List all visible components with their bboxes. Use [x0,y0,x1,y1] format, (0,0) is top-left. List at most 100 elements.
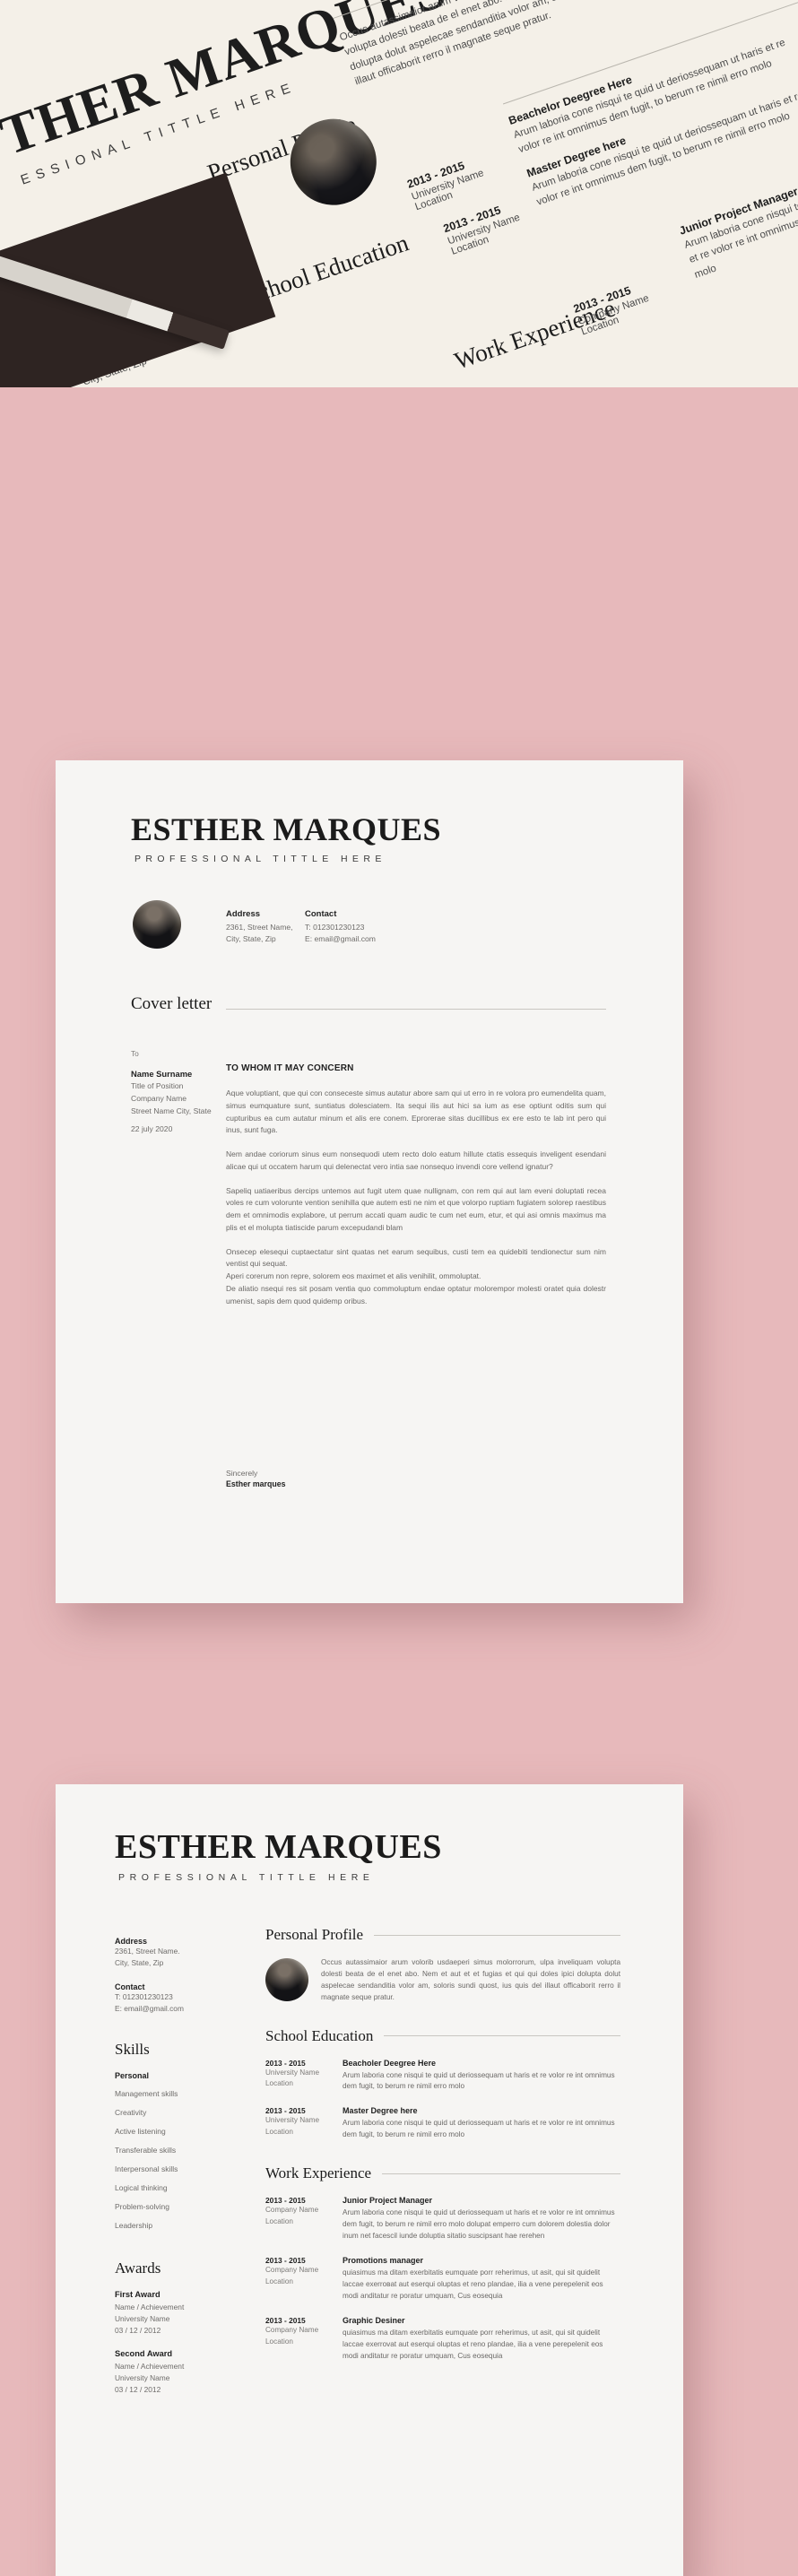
awards-heading: Awards [115,2259,161,2277]
cover-letter-heading: Cover letter [131,994,213,1013]
work-company: Company Name [265,2266,319,2275]
personal-profile-heading: Personal Profile [265,1926,364,1943]
personal-profile-header: Personal Profile [265,1926,620,1944]
award-title: Second Award [115,2348,173,2358]
resume-main: Personal Profile Occus autassimaior arum… [265,1926,620,2363]
skills-category: Personal [115,2070,150,2080]
work-entry: 2013 - 2015 Company Name Location Promot… [265,2256,620,2303]
work-dates-block: 2013 - 2015 Company Name Location [265,2316,330,2363]
to-label: To [131,1049,139,1058]
work-title: Junior Project Manager [343,2196,433,2206]
work-description: Arum laboria cone nisqui te quid ut deri… [343,2208,615,2241]
award-item: First Award Name / Achievement Universit… [115,2290,231,2337]
education-org: University Name [265,2116,320,2125]
skill-item: Management skills [115,2088,178,2098]
phone-value: T: 012301230123 [115,1991,173,2001]
address-line-1: 2361, Street Name. [115,1947,180,1956]
sign-name: Esther marques [226,1479,286,1488]
work-dates-block: 2013 - 2015 Company Name Location [265,2256,330,2303]
letter-paragraph: Nem andae coriorum sinus eum nonsequodi … [226,1149,606,1171]
personal-profile-text: Occus autassimaior arum volorib usdaeper… [321,1958,620,2002]
letter-paragraph: Onsecep elesequi cuptaectatur sint quata… [226,1246,606,1269]
skill-item: Transferable skills [115,2145,177,2155]
work-location: Location [265,2277,293,2285]
contact-label: Contact [305,909,337,919]
letter-salutation: TO WHOM IT MAY CONCERN [226,1063,354,1073]
skills-heading: Skills [115,2040,150,2058]
education-entry: 2013 - 2015 University Name Location Mas… [265,2106,620,2141]
cover-letter-page: ESTHER MARQUES PROFESSIONAL TITTLE HERE … [56,760,683,1603]
recipient-company: Company Name [131,1093,187,1103]
letter-body: TO WHOM IT MAY CONCERN Aque voluptiant, … [226,1063,606,1319]
education-location: Location [265,2079,293,2088]
education-description: Arum laboria cone nisqui te quid ut deri… [343,2070,615,2091]
award-achievement: Name / Achievement [115,2302,185,2311]
contact-label: Contact [115,1982,145,1991]
cover-letter-heading-rule [226,1009,606,1010]
work-dates: 2013 - 2015 [265,2196,306,2206]
section-rule [382,2173,620,2174]
hero-angled-mockup: THER MARQUES ESSIONAL TITTLE HERE Person… [0,0,798,387]
work-detail: Junior Project Manager Arum laboria cone… [343,2196,620,2242]
skill-item: Creativity [115,2107,147,2117]
resume-page: ESTHER MARQUES PROFESSIONAL TITTLE HERE … [56,1784,683,2576]
avatar [265,1958,308,2001]
recipient-address: Street Name City, State [131,1106,212,1115]
education-section: School Education 2013 - 2015 University … [265,2027,620,2142]
section-rule [384,2035,620,2036]
education-dates-block: 2013 - 2015 University Name Location [265,2059,330,2094]
letter-date: 22 july 2020 [131,1124,173,1133]
letter-paragraph: Aperi corerum non repre, solorem eos max… [226,1271,481,1281]
education-title: Beacholer Deegree Here [343,2058,437,2068]
work-description: quiasimus ma ditam exerbitatis eumquate … [343,2268,603,2301]
contact-block: Contact T: 012301230123 E: email@gmail.c… [305,909,376,946]
skill-item: Logical thinking [115,2182,168,2192]
email-value: E: email@gmail.com [305,934,376,944]
skill-item: Active listening [115,2126,166,2136]
work-title: Graphic Desiner [343,2316,405,2326]
resume-sidebar: Address 2361, Street Name. City, State, … [115,1937,231,2396]
mockup-stage: THER MARQUES ESSIONAL TITTLE HERE Person… [0,0,798,2576]
education-location: Location [265,2128,293,2137]
work-title: Promotions manager [343,2256,424,2266]
work-dates: 2013 - 2015 [265,2316,306,2326]
education-dates: 2013 - 2015 [265,2058,306,2068]
personal-profile-body: Occus autassimaior arum volorib usdaeper… [265,1956,620,2004]
work-description: quiasimus ma ditam exerbitatis eumquate … [343,2329,603,2360]
skill-item: Leadership [115,2220,153,2230]
hero-avatar [278,107,388,217]
education-description: Arum laboria cone nisqui te quid ut deri… [343,2119,615,2139]
education-detail: Master Degree here Arum laboria cone nis… [343,2106,620,2141]
recipient-title: Title of Position [131,1081,184,1090]
page-title: ESTHER MARQUES [131,811,442,847]
hero-profile-text: Occus autassimaior arum volorib usdaeper… [338,0,692,88]
work-location: Location [265,2337,293,2346]
education-org: University Name [265,2068,320,2077]
phone-value: T: 012301230123 [305,923,365,932]
recipient-name: Name Surname [131,1069,193,1079]
page-subtitle: PROFESSIONAL TITTLE HERE [134,854,386,864]
signature-block: Sincerely Esther marques [226,1469,286,1488]
work-dates-block: 2013 - 2015 Company Name Location [265,2196,330,2242]
award-achievement: Name / Achievement [115,2361,185,2371]
work-section: Work Experience 2013 - 2015 Company Name… [265,2164,620,2363]
contact-block: Contact T: 012301230123 E: email@gmail.c… [115,1982,231,2016]
skill-item: Interpersonal skills [115,2164,178,2173]
education-title: Master Degree here [343,2106,418,2116]
address-line-2: City, State, Zip [115,1958,164,1968]
education-dates: 2013 - 2015 [265,2106,306,2116]
work-entry: 2013 - 2015 Company Name Location Graphi… [265,2316,620,2363]
work-company: Company Name [265,2326,319,2335]
address-block: Address 2361, Street Name. City, State, … [115,1937,231,1970]
education-header: School Education [265,2027,620,2045]
education-dates-block: 2013 - 2015 University Name Location [265,2106,330,2141]
award-title: First Award [115,2289,160,2299]
work-heading: Work Experience [265,2164,372,2182]
recipient-block: Name Surname Title of Position Company N… [131,1069,212,1117]
address-line-1: 2361, Street Name, [226,923,293,932]
section-rule [374,1934,620,1936]
work-entry: 2013 - 2015 Company Name Location Junior… [265,2196,620,2242]
education-detail: Beacholer Deegree Here Arum laboria cone… [343,2059,620,2094]
address-label: Address [115,1937,148,1946]
skill-item: Problem-solving [115,2201,169,2211]
